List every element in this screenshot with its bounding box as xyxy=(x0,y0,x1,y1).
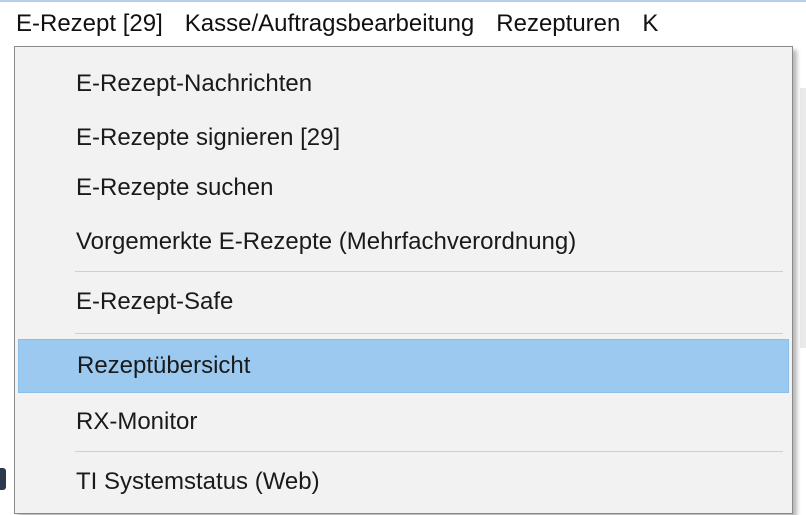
menu-item-vorgemerkte-e-rezepte[interactable]: Vorgemerkte E-Rezepte (Mehrfachverordnun… xyxy=(18,215,789,269)
menu-item-label: E-Rezepte suchen xyxy=(76,174,274,201)
menu-rezepturen-label: Rezepturen xyxy=(496,10,621,37)
menu-item-label: E-Rezept-Nachrichten xyxy=(76,70,313,97)
menu-item-e-rezept-safe[interactable]: E-Rezept-Safe xyxy=(18,275,789,329)
right-scroll-edge xyxy=(800,88,806,348)
menu-truncated-label: K xyxy=(642,10,659,37)
menu-item-label: Vorgemerkte E-Rezepte (Mehrfachverordnun… xyxy=(76,228,577,255)
menu-item-label: TI Systemstatus (Web) xyxy=(76,468,320,495)
partial-left-icon xyxy=(0,468,6,490)
menu-kasse-label: Kasse/Auftragsbearbeitung xyxy=(184,10,475,37)
menu-e-rezept-label: E-Rezept [29] xyxy=(16,10,163,37)
menu-item-rezeptuebersicht[interactable]: Rezeptübersicht xyxy=(18,339,789,393)
menu-separator xyxy=(75,451,783,452)
menu-item-ti-systemstatus[interactable]: TI Systemstatus (Web) xyxy=(18,455,789,509)
menu-rezepturen[interactable]: Rezepturen xyxy=(485,2,631,46)
menu-item-e-rezepte-suchen[interactable]: E-Rezepte suchen xyxy=(18,161,789,215)
menu-item-label: Rezeptübersicht xyxy=(77,352,251,379)
menu-bar: E-Rezept [29] Kasse/Auftragsbearbeitung … xyxy=(0,0,806,46)
menu-item-e-rezepte-signieren[interactable]: E-Rezepte signieren [29] xyxy=(18,111,789,165)
menu-e-rezept[interactable]: E-Rezept [29] xyxy=(0,2,174,46)
left-window-edge xyxy=(0,0,14,515)
e-rezept-dropdown-menu: E-Rezept-Nachrichten E-Rezepte signieren… xyxy=(14,46,793,514)
menu-separator xyxy=(75,333,783,334)
menu-kasse-auftragsbearbeitung[interactable]: Kasse/Auftragsbearbeitung xyxy=(174,2,486,46)
menu-truncated-item[interactable]: K xyxy=(631,2,669,46)
menu-separator xyxy=(75,271,783,272)
menu-item-label: E-Rezept-Safe xyxy=(76,288,234,315)
menu-item-rx-monitor[interactable]: RX-Monitor xyxy=(18,395,789,449)
menu-item-label: E-Rezepte signieren [29] xyxy=(76,124,341,151)
menu-item-e-rezept-nachrichten[interactable]: E-Rezept-Nachrichten xyxy=(18,57,789,111)
menu-item-label: RX-Monitor xyxy=(76,408,198,435)
